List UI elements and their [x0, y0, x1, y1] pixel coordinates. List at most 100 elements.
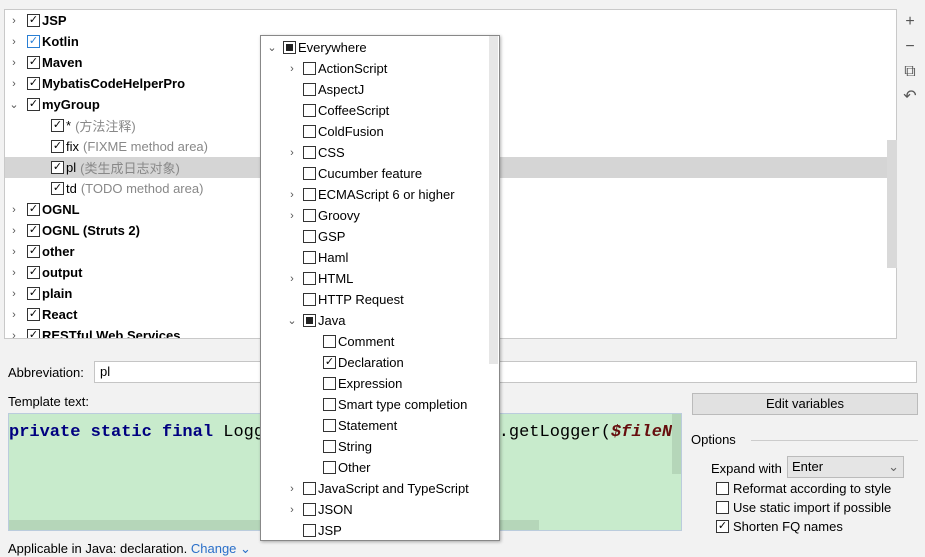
checkbox[interactable]: [303, 167, 316, 180]
chevron-right-icon[interactable]: ›: [7, 267, 21, 279]
checkbox[interactable]: ✓: [51, 182, 64, 195]
popup-item[interactable]: Smart type completion: [305, 394, 467, 415]
popup-item[interactable]: › Groovy: [285, 205, 360, 226]
editor-v-scrollbar[interactable]: [672, 414, 681, 474]
popup-item[interactable]: › HTML: [285, 268, 353, 289]
checkbox[interactable]: ✓: [27, 77, 40, 90]
popup-item[interactable]: JSP: [285, 520, 342, 540]
checkbox[interactable]: ✓: [51, 140, 64, 153]
chevron-right-icon[interactable]: ›: [7, 225, 21, 237]
checkbox[interactable]: ✓: [27, 98, 40, 111]
checkbox[interactable]: [716, 501, 729, 514]
checkbox[interactable]: [303, 314, 316, 327]
checkbox[interactable]: ✓: [716, 520, 729, 533]
checkbox[interactable]: [303, 230, 316, 243]
checkbox[interactable]: [303, 146, 316, 159]
checkbox[interactable]: [716, 482, 729, 495]
popup-scrollbar[interactable]: [489, 36, 498, 364]
checkbox[interactable]: ✓: [27, 35, 40, 48]
checkbox[interactable]: [303, 125, 316, 138]
popup-item[interactable]: › JSON: [285, 499, 353, 520]
chevron-right-icon[interactable]: ›: [285, 147, 299, 159]
copy-icon[interactable]: ⧉: [898, 59, 922, 84]
popup-item[interactable]: › ActionScript: [285, 58, 387, 79]
popup-item[interactable]: › ECMAScript 6 or higher: [285, 184, 454, 205]
checkbox[interactable]: ✓: [27, 56, 40, 69]
chevron-right-icon[interactable]: ›: [285, 504, 299, 516]
popup-item[interactable]: GSP: [285, 226, 345, 247]
popup-item[interactable]: Expression: [305, 373, 402, 394]
chevron-right-icon[interactable]: ›: [7, 288, 21, 300]
checkbox[interactable]: ✓: [27, 329, 40, 338]
checkbox[interactable]: [303, 251, 316, 264]
popup-item[interactable]: Comment: [305, 331, 394, 352]
checkbox[interactable]: ✓: [27, 287, 40, 300]
chevron-down-icon[interactable]: ⌄: [285, 314, 299, 327]
popup-item[interactable]: CoffeeScript: [285, 100, 389, 121]
checkbox[interactable]: [323, 461, 336, 474]
popup-item[interactable]: HTTP Request: [285, 289, 404, 310]
chevron-right-icon[interactable]: ›: [7, 15, 21, 27]
checkbox[interactable]: ✓: [27, 308, 40, 321]
checkbox[interactable]: [303, 62, 316, 75]
chevron-right-icon[interactable]: ›: [7, 246, 21, 258]
checkbox[interactable]: [303, 188, 316, 201]
checkbox[interactable]: ✓: [27, 266, 40, 279]
checkbox[interactable]: [303, 503, 316, 516]
checkbox[interactable]: [303, 104, 316, 117]
checkbox[interactable]: ✓: [323, 356, 336, 369]
checkbox[interactable]: [303, 272, 316, 285]
popup-item[interactable]: AspectJ: [285, 79, 364, 100]
chevron-right-icon[interactable]: ›: [7, 330, 21, 339]
chevron-right-icon[interactable]: ›: [7, 309, 21, 321]
chevron-right-icon[interactable]: ›: [285, 63, 299, 75]
chevron-right-icon[interactable]: ›: [7, 36, 21, 48]
checkbox[interactable]: [303, 524, 316, 537]
option-checkbox[interactable]: ✓ Shorten FQ names: [716, 519, 843, 534]
popup-item[interactable]: ⌄ Java: [285, 310, 345, 331]
revert-icon[interactable]: ↶: [898, 84, 922, 109]
abbreviation-input[interactable]: pl: [94, 361, 917, 383]
expand-with-select[interactable]: Enter ⌄: [787, 456, 904, 478]
popup-item[interactable]: String: [305, 436, 372, 457]
edit-variables-button[interactable]: Edit variables: [692, 393, 918, 415]
chevron-right-icon[interactable]: ›: [285, 210, 299, 222]
checkbox[interactable]: ✓: [51, 119, 64, 132]
chevron-right-icon[interactable]: ›: [7, 57, 21, 69]
popup-item[interactable]: › JavaScript and TypeScript: [285, 478, 469, 499]
checkbox[interactable]: ✓: [51, 161, 64, 174]
checkbox[interactable]: ✓: [27, 14, 40, 27]
chevron-right-icon[interactable]: ›: [285, 273, 299, 285]
chevron-right-icon[interactable]: ›: [7, 78, 21, 90]
add-icon[interactable]: +: [898, 9, 922, 34]
checkbox[interactable]: [303, 83, 316, 96]
popup-item[interactable]: ⌄ Everywhere: [265, 37, 366, 58]
checkbox[interactable]: [323, 440, 336, 453]
checkbox[interactable]: [323, 419, 336, 432]
popup-item[interactable]: ✓ Declaration: [305, 352, 404, 373]
popup-item[interactable]: › CSS: [285, 142, 345, 163]
checkbox[interactable]: [303, 293, 316, 306]
chevron-down-icon[interactable]: ⌄: [265, 41, 279, 54]
chevron-right-icon[interactable]: ›: [285, 483, 299, 495]
checkbox[interactable]: [303, 209, 316, 222]
checkbox[interactable]: [283, 41, 296, 54]
checkbox[interactable]: [323, 335, 336, 348]
popup-item[interactable]: Cucumber feature: [285, 163, 422, 184]
popup-item[interactable]: Other: [305, 457, 371, 478]
popup-item[interactable]: Haml: [285, 247, 348, 268]
checkbox[interactable]: [303, 482, 316, 495]
popup-item[interactable]: Statement: [305, 415, 397, 436]
checkbox[interactable]: [323, 377, 336, 390]
remove-icon[interactable]: −: [898, 34, 922, 59]
checkbox[interactable]: ✓: [27, 245, 40, 258]
chevron-down-icon[interactable]: ⌄: [7, 98, 21, 111]
tree-scrollbar[interactable]: [887, 140, 897, 268]
checkbox[interactable]: [323, 398, 336, 411]
tree-row[interactable]: › ✓ JSP: [5, 10, 889, 31]
checkbox[interactable]: ✓: [27, 224, 40, 237]
popup-item[interactable]: ColdFusion: [285, 121, 384, 142]
chevron-right-icon[interactable]: ›: [7, 204, 21, 216]
option-checkbox[interactable]: Reformat according to style: [716, 481, 891, 496]
checkbox[interactable]: ✓: [27, 203, 40, 216]
